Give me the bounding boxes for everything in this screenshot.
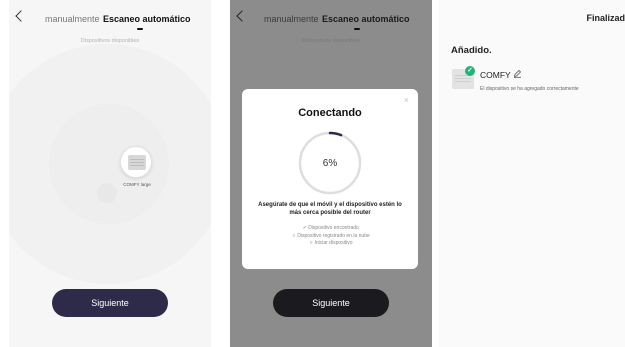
next-button[interactable]: Siguiente	[52, 289, 168, 317]
device-name: COMFY	[480, 70, 511, 80]
progress-percent: 6%	[322, 157, 338, 169]
pencil-icon[interactable]	[513, 69, 522, 78]
active-tab-indicator	[354, 28, 360, 30]
tab-auto-scan[interactable]: Escaneo automático	[322, 14, 410, 24]
tab-auto-scan[interactable]: Escaneo automático	[103, 14, 191, 24]
device-name: COMFY large	[123, 182, 151, 187]
check-icon: ✓	[465, 66, 475, 76]
scan-panel: manualmente Escaneo automático Dispositi…	[9, 0, 211, 347]
modal-title: Conectando	[298, 107, 362, 119]
header: manualmente Escaneo automático	[230, 0, 432, 30]
step-item: ✓Dispositivo encontrado	[302, 225, 359, 231]
header: manualmente Escaneo automático	[9, 0, 211, 30]
proximity-message: Asegúrate de que el móvil y el dispositi…	[258, 202, 402, 216]
heater-icon	[128, 155, 146, 170]
close-icon[interactable]: ×	[404, 95, 409, 105]
back-chevron-left-icon[interactable]	[236, 10, 248, 22]
available-devices-label: Dispositivos disponibles	[301, 38, 361, 44]
radar-dot	[97, 183, 117, 203]
device-thumbnail[interactable]	[120, 146, 152, 178]
step-item: ○ Iniciar dispositivo	[309, 240, 353, 246]
next-button[interactable]: Siguiente	[273, 289, 389, 317]
success-message: El dispositivo se ha agregado correctame…	[480, 86, 579, 92]
connecting-modal: × Conectando 6% Asegúrate de que el móvi…	[242, 89, 418, 269]
finalize-button[interactable]: Finalizad	[586, 13, 625, 23]
connecting-panel: manualmente Escaneo automático Dispositi…	[230, 0, 432, 347]
step-item: ○ Dispositivo registrado en la nube	[292, 232, 370, 239]
tab-manual[interactable]: manualmente	[264, 14, 319, 24]
back-chevron-left-icon[interactable]	[15, 10, 27, 22]
connection-steps: ✓Dispositivo encontrado ○ Dispositivo reg…	[242, 225, 418, 248]
active-tab-indicator	[137, 28, 143, 30]
added-panel: Finalizad Añadido. ✓ COMFY El dispositiv…	[439, 0, 625, 347]
tab-manual[interactable]: manualmente	[45, 14, 100, 24]
added-heading: Añadido.	[451, 45, 492, 56]
